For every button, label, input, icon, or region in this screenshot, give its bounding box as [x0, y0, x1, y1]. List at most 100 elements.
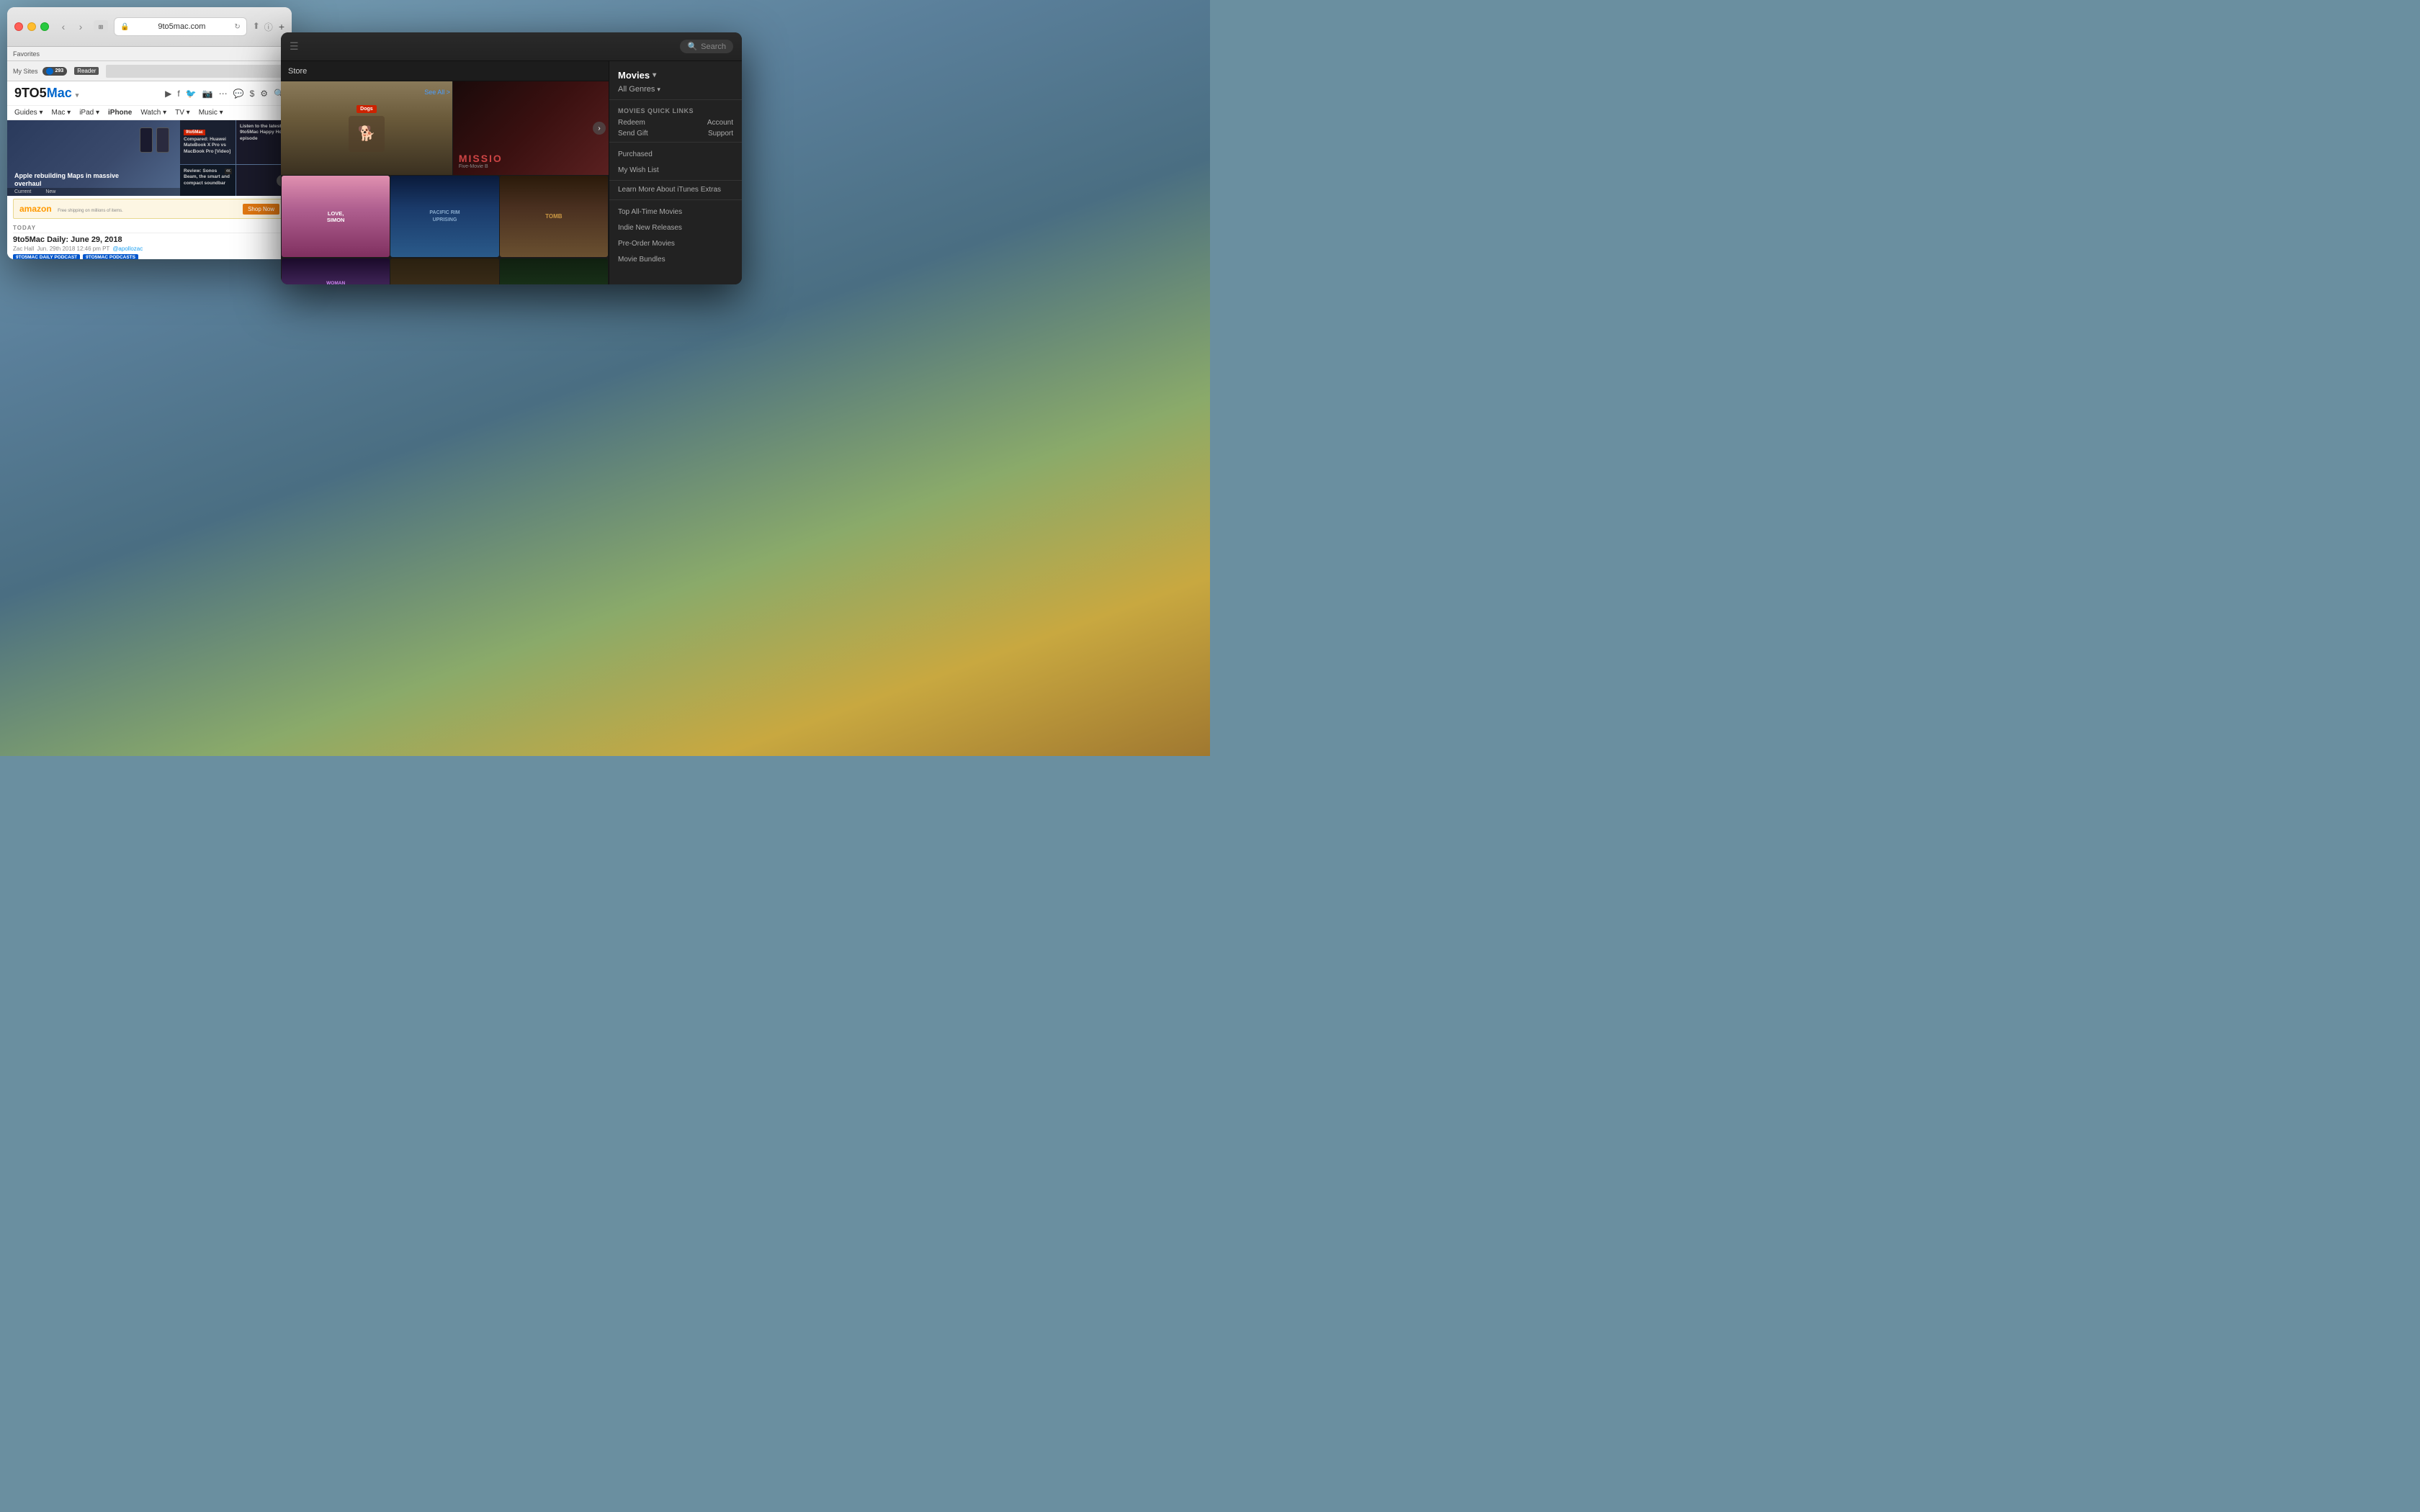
more-icon[interactable]: ⋯ — [219, 89, 228, 99]
twitter-icon[interactable]: 🐦 — [186, 89, 197, 99]
nav-mac[interactable]: Mac ▾ — [51, 109, 71, 117]
card-badge: 9to5Mac — [184, 130, 205, 135]
nav-guides[interactable]: Guides ▾ — [14, 109, 42, 117]
bottom-movies-row: LOVE,SIMON Love, Simon PACIFIC RIMUPRISI… — [281, 175, 609, 258]
poster-woman-walks[interactable]: WOMANWALKS AHEAD — [282, 258, 390, 284]
tab-overview-button[interactable]: ⊞ — [94, 20, 108, 33]
sidebar-row-learn-more: Learn More About iTunes Extras — [609, 184, 742, 197]
instagram-icon[interactable]: 📷 — [202, 89, 213, 99]
itunes-titlebar: ☰ 🔍 Search — [281, 32, 742, 61]
today-label: TODAY — [13, 225, 286, 233]
dogs-icon: 🐕 — [357, 125, 375, 143]
dogs-badge: Dogs — [357, 105, 377, 113]
poster-love-simon[interactable]: LOVE,SIMON Love, Simon — [282, 176, 390, 257]
sidebar-divider-1 — [609, 99, 742, 100]
desktop: ‹ › ⊞ 🔒 9to5mac.com ↻ ⬆ ⓘ + Favorites My… — [0, 0, 1210, 756]
woman-walks-label: WOMANWALKS AHEAD — [318, 281, 353, 284]
my-sites-label[interactable]: My Sites — [13, 68, 38, 75]
poster-unknown2[interactable] — [500, 258, 608, 284]
hero-headline-area: Apple rebuilding Maps in massive overhau… — [14, 172, 144, 189]
label-new: New — [45, 189, 55, 194]
tag-daily[interactable]: 9TO5MAC DAILY PODCAST — [13, 254, 80, 259]
bundles-link[interactable]: Movie Bundles — [618, 256, 666, 264]
top-alltime-link[interactable]: Top All-Time Movies — [618, 208, 682, 216]
all-genres[interactable]: All Genres ▾ — [609, 84, 742, 95]
close-button[interactable] — [14, 22, 23, 31]
support-link[interactable]: Support — [708, 130, 733, 138]
back-button[interactable]: ‹ — [56, 19, 71, 34]
pre-order-link[interactable]: Pre-Order Movies — [618, 240, 675, 248]
logo-mac: Mac — [47, 86, 72, 100]
twitter-handle[interactable]: @apollozac — [112, 246, 143, 252]
sidebar-row-preorder: Pre-Order Movies — [609, 235, 742, 251]
sidebar-row-top-alltime: Top All-Time Movies — [609, 203, 742, 219]
article-date: Jun. 29th 2018 12:46 pm PT — [37, 246, 109, 252]
tag-podcasts[interactable]: 9TO5MAC PODCASTS — [83, 254, 138, 259]
shop-now-button[interactable]: Shop Now — [243, 204, 279, 215]
poster-tomb-raider[interactable]: TOMB Tomb Raider (2018) — [500, 176, 608, 257]
poster-unknown1[interactable] — [390, 258, 498, 284]
purchased-link[interactable]: Purchased — [618, 150, 653, 158]
label-current: Current — [14, 189, 31, 194]
next-arrow[interactable]: › — [593, 122, 606, 135]
forward-button[interactable]: › — [73, 19, 88, 34]
search-magnifier-icon: 🔍 — [687, 42, 697, 51]
info-button[interactable]: ⓘ — [264, 21, 273, 33]
indie-link[interactable]: Indie New Releases — [618, 224, 682, 232]
movies-heading: Movies ▾ — [609, 67, 742, 84]
card-1-title: Compared: Huawei MateBook X Pro vs MacBo… — [184, 137, 232, 155]
poster-mission[interactable]: MISSIO Five-Movie B › — [453, 81, 609, 175]
reader-button[interactable]: Reader — [74, 67, 99, 75]
hero-card-1[interactable]: 9to5Mac Compared: Huawei MateBook X Pro … — [180, 120, 236, 164]
logo-text: 9TO5 — [14, 86, 47, 100]
address-bar[interactable]: 🔒 9to5mac.com ↻ — [114, 17, 247, 36]
minimize-button[interactable] — [27, 22, 36, 31]
nav-music[interactable]: Music ▾ — [199, 109, 223, 117]
hamburger-menu[interactable]: ☰ — [290, 40, 299, 53]
sidebar-row-indie: Indie New Releases — [609, 219, 742, 235]
safari-window: ‹ › ⊞ 🔒 9to5mac.com ↻ ⬆ ⓘ + Favorites My… — [7, 7, 292, 259]
traffic-lights — [14, 22, 49, 31]
share-button[interactable]: ⬆ — [253, 21, 260, 33]
settings-icon[interactable]: ⚙ — [260, 89, 268, 99]
sidebar-row-gift: Send Gift Support — [609, 128, 742, 139]
nav-ipad[interactable]: iPad ▾ — [79, 109, 99, 117]
author-name: Zac Hall — [13, 246, 34, 252]
mission-title: MISSIO — [459, 153, 503, 164]
redeem-link[interactable]: Redeem — [618, 119, 645, 127]
hero-card-3[interactable]: Review: Sonos Beam, the smart and compac… — [180, 165, 236, 196]
maximize-button[interactable] — [40, 22, 49, 31]
amazon-ad[interactable]: amazon Free shipping on millions of item… — [13, 199, 286, 219]
itunes-sidebar: Movies ▾ All Genres ▾ MOVIES QUICK LINKS… — [609, 61, 742, 284]
wish-list-link[interactable]: My Wish List — [618, 166, 659, 174]
safari-content: 9TO5Mac ▾ ▶ f 🐦 📷 ⋯ 💬 $ ⚙ 🔍 Guides ▾ — [7, 81, 292, 259]
account-link[interactable]: Account — [707, 119, 733, 127]
see-all-section: See All > — [424, 85, 450, 98]
store-button[interactable]: Store — [288, 67, 307, 76]
safari-toolbar: My Sites 293 Reader — [7, 61, 292, 81]
nav-watch[interactable]: Watch ▾ — [140, 109, 166, 117]
hero-headline: Apple rebuilding Maps in massive overhau… — [14, 172, 144, 189]
logo-dropdown-arrow[interactable]: ▾ — [76, 91, 79, 99]
hero-main[interactable]: Apple rebuilding Maps in massive overhau… — [7, 120, 180, 196]
movies-dropdown-arrow[interactable]: ▾ — [653, 71, 656, 79]
sidebar-row-purchased: Purchased — [609, 145, 742, 161]
site-nav: Guides ▾ Mac ▾ iPad ▾ iPhone Watch ▾ TV … — [7, 106, 292, 120]
search-text: Search — [701, 42, 726, 51]
dollar-icon[interactable]: $ — [250, 89, 255, 99]
nav-tv[interactable]: TV ▾ — [175, 109, 190, 117]
itunes-body: Store Dogs 🐕 — [281, 61, 742, 284]
send-gift-link[interactable]: Send Gift — [618, 130, 648, 138]
chat-icon[interactable]: 💬 — [233, 89, 244, 99]
learn-more-link[interactable]: Learn More About iTunes Extras — [618, 185, 733, 195]
article-title[interactable]: 9to5Mac Daily: June 29, 2018 — [13, 235, 286, 244]
see-all-button[interactable]: See All > — [424, 89, 450, 96]
youtube-icon[interactable]: ▶ — [165, 89, 171, 99]
nav-iphone[interactable]: iPhone — [108, 109, 132, 117]
add-tab-button[interactable]: + — [279, 21, 284, 32]
itunes-search-box[interactable]: 🔍 Search — [680, 40, 733, 53]
sidebar-divider-4 — [609, 199, 742, 200]
poster-pacific-rim[interactable]: PACIFIC RIMUPRISING Pacific Rim: Uprisin… — [390, 176, 498, 257]
tab-count: 293 — [55, 68, 64, 73]
facebook-icon[interactable]: f — [177, 89, 179, 99]
